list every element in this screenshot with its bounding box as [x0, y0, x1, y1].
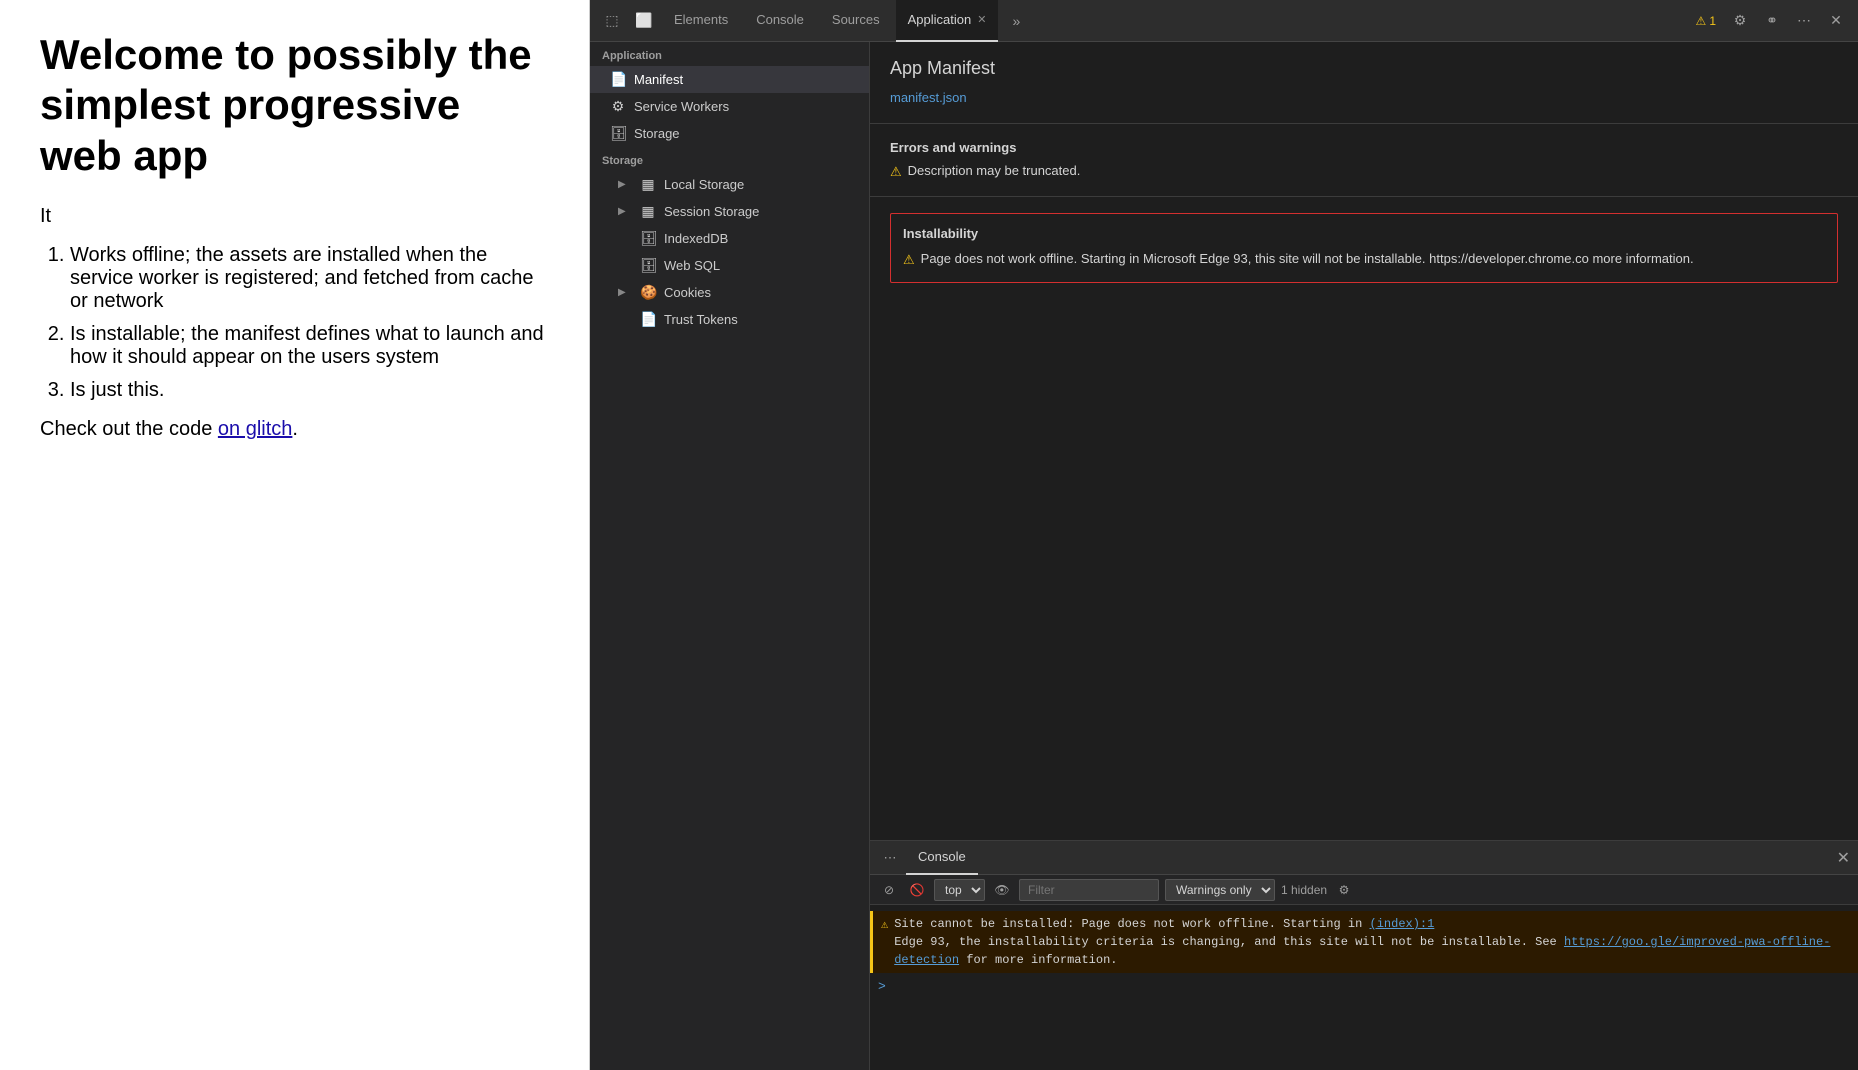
devtools-right: App Manifest manifest.json Errors and wa… [870, 42, 1858, 1070]
installability-warning: ⚠ Page does not work offline. Starting i… [903, 249, 1825, 270]
installability-title: Installability [903, 226, 1825, 241]
device-icon[interactable]: ⬜ [630, 7, 658, 35]
tab-elements[interactable]: Elements [662, 0, 740, 42]
webpage-panel: Welcome to possibly the simplest progres… [0, 0, 590, 1070]
list-item: Works offline; the assets are installed … [70, 244, 549, 313]
console-message-text: Site cannot be installed: Page does not … [894, 915, 1850, 969]
session-storage-icon: ▦ [640, 203, 656, 220]
service-workers-icon: ⚙ [610, 98, 626, 115]
cookies-icon: 🍪 [640, 284, 656, 301]
tab-close-icon[interactable]: ✕ [977, 13, 986, 26]
tab-sources[interactable]: Sources [820, 0, 892, 42]
warning-text: Description may be truncated. [908, 163, 1081, 178]
devtools-main: Application 📄 Manifest ⚙ Service Workers… [590, 42, 1858, 1070]
devtools-tabbar: ⬚ ⬜ Elements Console Sources Application… [590, 0, 1858, 42]
console-more-icon[interactable]: ⋯ [878, 846, 902, 870]
warning-icon: ⚠ [890, 164, 902, 180]
console-tabbar: ⋯ Console ✕ [870, 841, 1858, 875]
console-warn-icon: ⚠ [881, 916, 888, 934]
sidebar-item-service-workers[interactable]: ⚙ Service Workers [590, 93, 869, 120]
console-warning-message: ⚠ Site cannot be installed: Page does no… [870, 911, 1858, 973]
feature-list: Works offline; the assets are installed … [70, 244, 549, 402]
warning-badge[interactable]: ⚠ 1 [1690, 14, 1722, 28]
devtools-sidebar: Application 📄 Manifest ⚙ Service Workers… [590, 42, 870, 1070]
installability-section: Installability ⚠ Page does not work offl… [890, 213, 1838, 283]
glitch-link[interactable]: on glitch [218, 418, 293, 440]
no-icon[interactable]: 🚫 [906, 879, 928, 901]
expand-icon: ▶ [618, 287, 630, 298]
clear-console-icon[interactable]: ⊘ [878, 879, 900, 901]
console-close-button[interactable]: ✕ [1837, 848, 1850, 868]
errors-title: Errors and warnings [890, 140, 1838, 155]
tab-console[interactable]: Console [744, 0, 816, 42]
application-section-label: Application [590, 42, 869, 66]
manifest-json-link[interactable]: manifest.json [890, 90, 967, 105]
frame-selector[interactable]: top [934, 879, 985, 901]
more-options-icon[interactable]: ⋯ [1790, 7, 1818, 35]
tab-application[interactable]: Application ✕ [896, 0, 999, 42]
sidebar-item-websql[interactable]: ▶ 🗄 Web SQL [590, 252, 869, 279]
console-toolbar: ⊘ 🚫 top 👁 Warnings only 1 hidden ⚙ [870, 875, 1858, 905]
app-manifest-title: App Manifest [890, 58, 1838, 79]
outro-text: Check out the code on glitch. [40, 418, 549, 441]
devtools-content: App Manifest manifest.json Errors and wa… [870, 42, 1858, 840]
page-title: Welcome to possibly the simplest progres… [40, 30, 549, 181]
devtools-panel: ⬚ ⬜ Elements Console Sources Application… [590, 0, 1858, 1070]
manifest-icon: 📄 [610, 71, 626, 88]
installability-text: Page does not work offline. Starting in … [921, 249, 1694, 269]
close-devtools-icon[interactable]: ✕ [1822, 7, 1850, 35]
cursor-icon[interactable]: ⬚ [598, 7, 626, 35]
sidebar-item-session-storage[interactable]: ▶ ▦ Session Storage [590, 198, 869, 225]
eye-icon[interactable]: 👁 [991, 879, 1013, 901]
profile-icon[interactable]: ⚭ [1758, 7, 1786, 35]
settings-icon[interactable]: ⚙ [1726, 7, 1754, 35]
console-input-row: > [870, 975, 1858, 998]
console-messages: ⚠ Site cannot be installed: Page does no… [870, 905, 1858, 1070]
sidebar-item-manifest[interactable]: 📄 Manifest [590, 66, 869, 93]
expand-icon: ▶ [618, 179, 630, 190]
indexeddb-icon: 🗄 [640, 230, 656, 247]
console-tab[interactable]: Console [906, 841, 978, 875]
sidebar-item-indexeddb[interactable]: ▶ 🗄 IndexedDB [590, 225, 869, 252]
storage-section-label: Storage [590, 147, 869, 171]
expand-icon: ▶ [618, 206, 630, 217]
hidden-count: 1 hidden [1281, 883, 1327, 897]
local-storage-icon: ▦ [640, 176, 656, 193]
storage-icon: 🗄 [610, 125, 626, 142]
list-item: Is just this. [70, 379, 549, 402]
app-manifest-section: App Manifest manifest.json [870, 42, 1858, 124]
devtools-console: ⋯ Console ✕ ⊘ 🚫 top 👁 [870, 840, 1858, 1070]
console-input[interactable] [892, 979, 1850, 994]
sidebar-item-storage[interactable]: 🗄 Storage [590, 120, 869, 147]
sidebar-item-cookies[interactable]: ▶ 🍪 Cookies [590, 279, 869, 306]
more-tabs-icon[interactable]: » [1002, 7, 1030, 35]
warning-row: ⚠ Description may be truncated. [890, 163, 1838, 180]
log-level-selector[interactable]: Warnings only [1165, 879, 1275, 901]
sidebar-item-local-storage[interactable]: ▶ ▦ Local Storage [590, 171, 869, 198]
console-index-link[interactable]: (index):1 [1370, 917, 1435, 931]
trust-tokens-icon: 📄 [640, 311, 656, 328]
warning-triangle-icon: ⚠ [1696, 14, 1707, 28]
sidebar-item-trust-tokens[interactable]: ▶ 📄 Trust Tokens [590, 306, 869, 333]
list-item: Is installable; the manifest defines wha… [70, 323, 549, 369]
websql-icon: 🗄 [640, 257, 656, 274]
console-prompt: > [878, 979, 886, 994]
console-settings-icon[interactable]: ⚙ [1333, 879, 1355, 901]
filter-input[interactable] [1019, 879, 1159, 901]
errors-section: Errors and warnings ⚠ Description may be… [870, 124, 1858, 197]
intro-text: It [40, 205, 549, 228]
installability-warning-icon: ⚠ [903, 250, 915, 270]
